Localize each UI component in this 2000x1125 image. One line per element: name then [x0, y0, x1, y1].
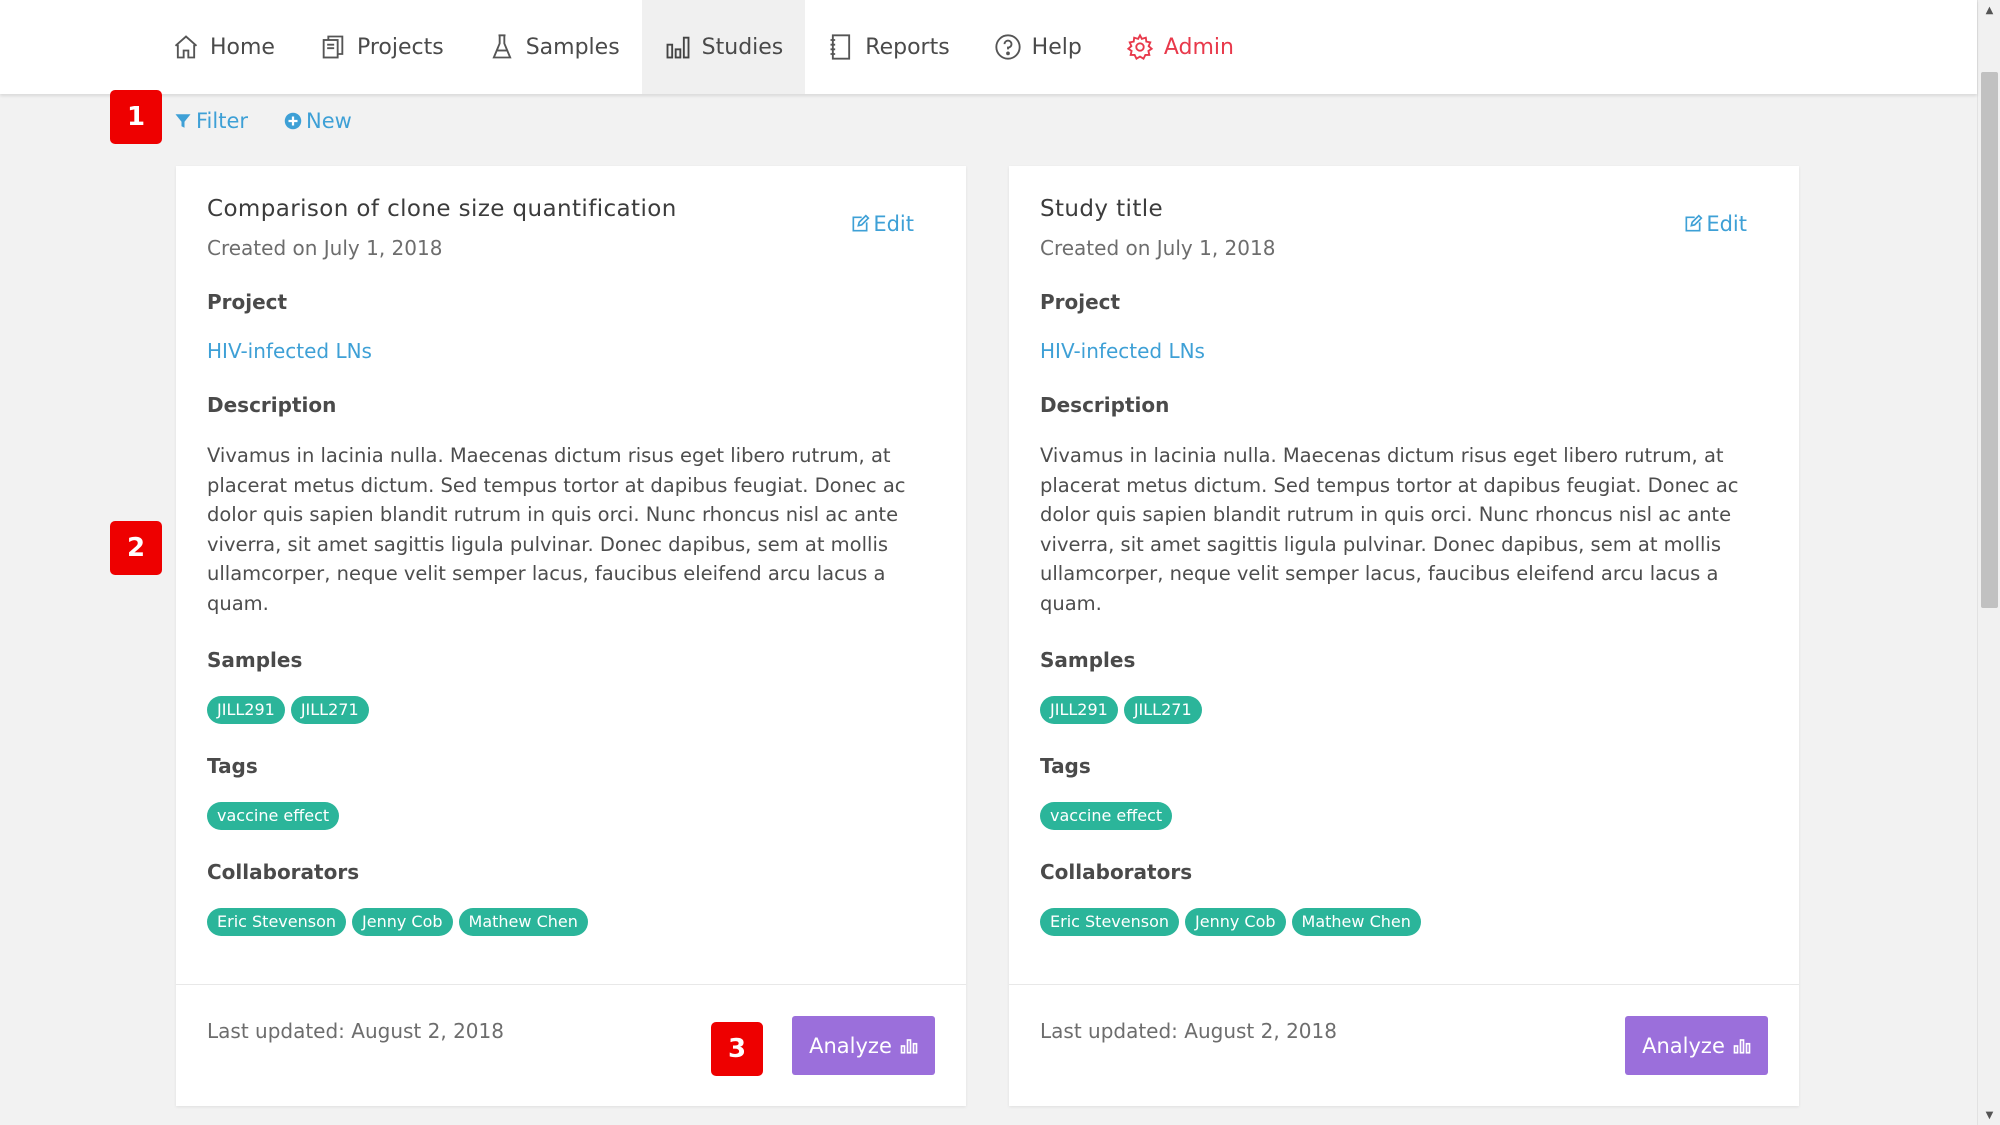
filter-icon [175, 114, 191, 128]
nav-admin[interactable]: Admin [1104, 0, 1256, 94]
collaborator-pill[interactable]: Mathew Chen [1291, 908, 1421, 936]
flask-icon [492, 34, 512, 59]
sample-pill[interactable]: JILL291 [207, 696, 285, 724]
samples-heading: Samples [1040, 648, 1136, 672]
sample-pill[interactable]: JILL271 [290, 696, 369, 724]
last-updated: Last updated: August 2, 2018 [1040, 1019, 1337, 1043]
collaborators-pills: Eric Stevenson Jenny Cob Mathew Chen [1040, 908, 1768, 936]
tags-heading: Tags [207, 754, 258, 778]
edit-link[interactable]: Edit [1683, 212, 1747, 236]
project-link[interactable]: HIV-infected LNs [1040, 339, 1205, 363]
nav-projects[interactable]: Projects [297, 0, 466, 94]
nav-help[interactable]: Help [972, 0, 1104, 94]
description-text: Vivamus in lacinia nulla. Maecenas dictu… [1040, 444, 1739, 615]
analyze-label: Analyze [1642, 1033, 1725, 1058]
nav-samples[interactable]: Samples [466, 0, 642, 94]
new-button[interactable]: New [284, 109, 352, 133]
card-footer: Last updated: August 2, 2018 Analyze [176, 984, 966, 1106]
projects-icon [322, 35, 344, 59]
description-heading: Description [207, 393, 337, 417]
gear-icon [1126, 33, 1153, 60]
edit-icon [852, 214, 870, 232]
project-link[interactable]: HIV-infected LNs [207, 339, 372, 363]
samples-heading: Samples [207, 648, 303, 672]
tags-heading: Tags [1040, 754, 1091, 778]
nav-label: Admin [1163, 34, 1234, 60]
tags-pills: vaccine effect [207, 802, 935, 830]
bar-chart-icon [1733, 1038, 1751, 1054]
study-card: Study title Created on July 1, 2018 Edit… [1009, 166, 1799, 1106]
nav-label: Studies [701, 34, 784, 60]
vertical-scrollbar[interactable]: ▲ ▼ [1977, 0, 2000, 1125]
samples-pills: JILL291 JILL271 [1040, 696, 1768, 724]
edit-icon [1685, 214, 1703, 232]
filter-button[interactable]: Filter [174, 109, 248, 133]
bar-chart-icon [666, 36, 690, 59]
samples-pills: JILL291 JILL271 [207, 696, 935, 724]
bar-chart-icon [900, 1038, 918, 1054]
nav-label: Reports [865, 34, 950, 60]
collaborators-heading: Collaborators [207, 860, 360, 884]
edit-label: Edit [873, 212, 914, 236]
last-updated: Last updated: August 2, 2018 [207, 1019, 504, 1043]
study-card: Comparison of clone size quantification … [176, 166, 966, 1106]
tag-pill[interactable]: vaccine effect [207, 802, 340, 830]
edit-label: Edit [1706, 212, 1747, 236]
marker-3: 3 [711, 1022, 763, 1076]
toolbar: Filter New [174, 106, 352, 136]
nav-home[interactable]: Home [150, 0, 297, 94]
nav-studies[interactable]: Studies [641, 0, 806, 94]
analyze-button[interactable]: Analyze [1625, 1016, 1768, 1075]
nav-reports[interactable]: Reports [805, 0, 971, 94]
tag-pill[interactable]: vaccine effect [1040, 802, 1173, 830]
top-nav: Home Projects Samples Studies Reports He… [0, 0, 1977, 94]
project-heading: Project [207, 290, 288, 314]
project-heading: Project [1040, 290, 1121, 314]
nav-label: Help [1031, 34, 1082, 60]
filter-label: Filter [196, 109, 249, 133]
home-icon [174, 35, 198, 59]
scroll-thumb[interactable] [1981, 72, 1998, 608]
scroll-up-arrow-icon[interactable]: ▲ [1978, 0, 2000, 20]
tags-pills: vaccine effect [1040, 802, 1768, 830]
nav-label: Projects [356, 34, 444, 60]
marker-2: 2 [110, 521, 162, 575]
help-icon [995, 34, 1021, 60]
collaborators-pills: Eric Stevenson Jenny Cob Mathew Chen [207, 908, 935, 936]
analyze-button[interactable]: Analyze [792, 1016, 935, 1075]
study-title: Study title [1040, 196, 1164, 222]
collaborator-pill[interactable]: Jenny Cob [1185, 908, 1286, 936]
notebook-icon [830, 34, 851, 60]
plus-circle-icon [284, 112, 302, 130]
description-heading: Description [1040, 393, 1170, 417]
marker-1: 1 [110, 90, 162, 144]
analyze-label: Analyze [809, 1033, 892, 1058]
created-date: Created on July 1, 2018 [1040, 236, 1276, 260]
nav-label: Samples [525, 34, 620, 60]
collaborators-heading: Collaborators [1040, 860, 1193, 884]
created-date: Created on July 1, 2018 [207, 236, 443, 260]
card-footer: Last updated: August 2, 2018 Analyze [1009, 984, 1799, 1106]
collaborator-pill[interactable]: Eric Stevenson [1040, 908, 1180, 936]
new-label: New [306, 109, 352, 133]
edit-link[interactable]: Edit [850, 212, 914, 236]
nav-label: Home [210, 34, 275, 60]
scroll-down-arrow-icon[interactable]: ▼ [1978, 1105, 2000, 1125]
description-text: Vivamus in lacinia nulla. Maecenas dictu… [207, 444, 906, 615]
sample-pill[interactable]: JILL291 [1040, 696, 1118, 724]
study-title: Comparison of clone size quantification [207, 196, 677, 222]
collaborator-pill[interactable]: Eric Stevenson [207, 908, 347, 936]
collaborator-pill[interactable]: Jenny Cob [352, 908, 453, 936]
collaborator-pill[interactable]: Mathew Chen [458, 908, 588, 936]
sample-pill[interactable]: JILL271 [1123, 696, 1202, 724]
